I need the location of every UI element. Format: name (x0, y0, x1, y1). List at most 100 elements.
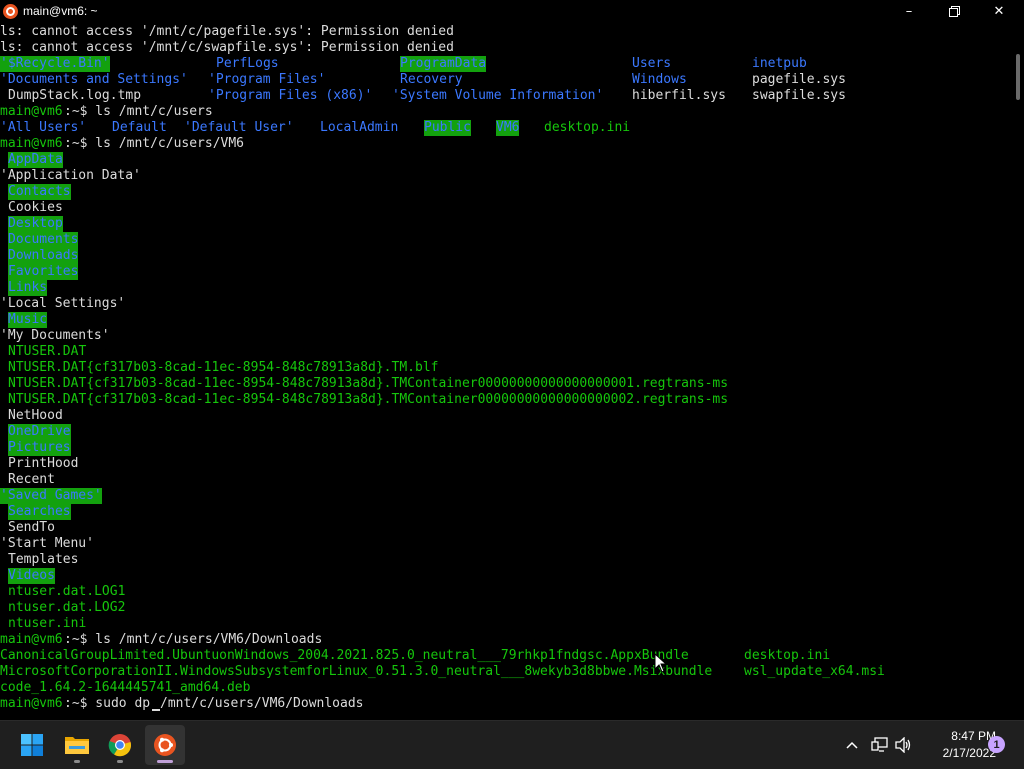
terminal-text: swapfile.sys (752, 88, 846, 103)
terminal-text: inetpub (752, 56, 807, 71)
terminal-text: :~$ sudo dp (64, 696, 151, 711)
terminal-text: AppData (8, 152, 63, 168)
app-running-indicator (117, 760, 123, 763)
terminal-text: Documents (8, 232, 79, 248)
terminal-text: 'Start Menu' (0, 536, 94, 551)
windows-logo-icon (21, 734, 43, 756)
terminal-text: :~$ ls /mnt/c/users/VM6 (64, 136, 245, 151)
terminal-text: VM6 (496, 120, 520, 136)
clock-time: 8:47 PM (951, 729, 996, 743)
terminal-text: Videos (8, 568, 55, 584)
app-running-indicator (74, 760, 80, 763)
volume-button[interactable] (894, 735, 914, 755)
window-title-bar[interactable]: main@vm6: ~ – ✕ (0, 0, 1024, 23)
terminal-text: 'Application Data' (0, 168, 141, 183)
terminal-text: /mnt/c/users/VM6/Downloads (160, 696, 364, 711)
ubuntu-terminal-button[interactable] (145, 725, 185, 765)
terminal-text: LocalAdmin (320, 120, 399, 135)
maximize-button[interactable] (931, 0, 977, 23)
terminal-text: PrintHood (8, 456, 79, 471)
close-button[interactable]: ✕ (976, 0, 1022, 23)
terminal-text: Templates (8, 552, 79, 567)
terminal-text: code_1.64.2-1644445741_amd64.deb (0, 680, 251, 695)
terminal-text: ProgramData (400, 56, 487, 72)
terminal-text: 'Program Files (x86)' (208, 88, 373, 103)
terminal-text: ntuser.dat.LOG2 (8, 600, 126, 615)
scrollbar-thumb[interactable] (1016, 54, 1020, 100)
ubuntu-icon (3, 4, 18, 19)
mouse-pointer-icon (654, 653, 668, 673)
terminal-text: ls: cannot access '/mnt/c/pagefile.sys':… (0, 24, 454, 39)
chrome-icon (108, 734, 132, 757)
terminal-text: Contacts (8, 184, 71, 200)
terminal-text: NTUSER.DAT{cf317b03-8cad-11ec-8954-848c7… (8, 360, 439, 375)
taskbar: 8:47 PM 2/17/2022 1 (0, 720, 1024, 769)
folder-icon (65, 737, 89, 754)
clock[interactable]: 8:47 PM 2/17/2022 (920, 728, 996, 762)
terminal-text: pagefile.sys (752, 72, 846, 87)
terminal-text: Recovery (400, 72, 463, 87)
terminal-text: Links (8, 280, 48, 296)
terminal-text: Cookies (8, 200, 63, 215)
terminal-text: Windows (632, 72, 687, 87)
terminal-text: Default (112, 120, 167, 135)
terminal-text: 'My Documents' (0, 328, 110, 343)
terminal-text: ls: cannot access '/mnt/c/swapfile.sys':… (0, 40, 454, 55)
terminal-text: 'Program Files' (208, 72, 326, 87)
terminal-text: Recent (8, 472, 55, 487)
terminal-text: ntuser.ini (8, 616, 87, 631)
terminal-text: NetHood (8, 408, 63, 423)
notification-badge[interactable]: 1 (988, 736, 1005, 753)
terminal-text: Desktop (8, 216, 63, 232)
shell-prompt: main@vm6 (0, 696, 63, 711)
network-icon (871, 737, 888, 752)
minimize-button[interactable]: – (886, 0, 932, 23)
terminal-text: :~$ ls /mnt/c/users/VM6/Downloads (64, 632, 323, 647)
terminal-text: Users (632, 56, 672, 71)
volume-icon (895, 737, 911, 753)
terminal-text: desktop.ini (544, 120, 631, 135)
text-cursor (152, 709, 160, 711)
terminal-text: 'Documents and Settings' (0, 72, 188, 87)
terminal-text: ntuser.dat.LOG1 (8, 584, 126, 599)
terminal-text: Downloads (8, 248, 79, 264)
minimize-icon: – (905, 4, 913, 19)
shell-prompt: main@vm6 (0, 104, 63, 119)
terminal-text: Favorites (8, 264, 79, 280)
terminal-text: 'Saved Games' (0, 488, 102, 504)
terminal-text: NTUSER.DAT (8, 344, 87, 359)
terminal-text: MicrosoftCorporationII.WindowsSubsystemf… (0, 664, 713, 679)
chevron-up-icon (846, 741, 858, 749)
terminal-text: OneDrive (8, 424, 71, 440)
clock-date: 2/17/2022 (942, 746, 996, 760)
terminal-text: PerfLogs (216, 56, 279, 71)
maximize-icon (948, 6, 960, 17)
terminal-output[interactable]: ls: cannot access '/mnt/c/pagefile.sys':… (0, 24, 1012, 716)
terminal-text: wsl_update_x64.msi (744, 664, 885, 679)
start-button[interactable] (12, 725, 52, 765)
terminal-text: 'System Volume Information' (392, 88, 604, 103)
file-explorer-button[interactable] (57, 725, 97, 765)
terminal-text: NTUSER.DAT{cf317b03-8cad-11ec-8954-848c7… (8, 392, 729, 407)
terminal-text: DumpStack.log.tmp (8, 88, 142, 103)
terminal-scrollbar[interactable] (1012, 24, 1024, 716)
ubuntu-icon (154, 734, 176, 756)
show-hidden-icons-button[interactable] (842, 735, 862, 755)
network-button[interactable] (870, 735, 890, 755)
terminal-text: Public (424, 120, 471, 136)
terminal-text: Pictures (8, 440, 71, 456)
chrome-button[interactable] (100, 725, 140, 765)
window-title: main@vm6: ~ (23, 4, 98, 18)
shell-prompt: main@vm6 (0, 136, 63, 151)
terminal-text: :~$ ls /mnt/c/users (64, 104, 213, 119)
terminal-text: Music (8, 312, 48, 328)
terminal-text: 'Local Settings' (0, 296, 126, 311)
terminal-text: 'Default User' (184, 120, 294, 135)
terminal-text: SendTo (8, 520, 55, 535)
terminal-text: '$Recycle.Bin' (0, 56, 110, 72)
terminal-text: NTUSER.DAT{cf317b03-8cad-11ec-8954-848c7… (8, 376, 729, 391)
terminal-text: desktop.ini (744, 648, 831, 663)
close-icon: ✕ (993, 4, 1005, 19)
terminal-text: Searches (8, 504, 71, 520)
app-active-indicator (157, 760, 173, 763)
